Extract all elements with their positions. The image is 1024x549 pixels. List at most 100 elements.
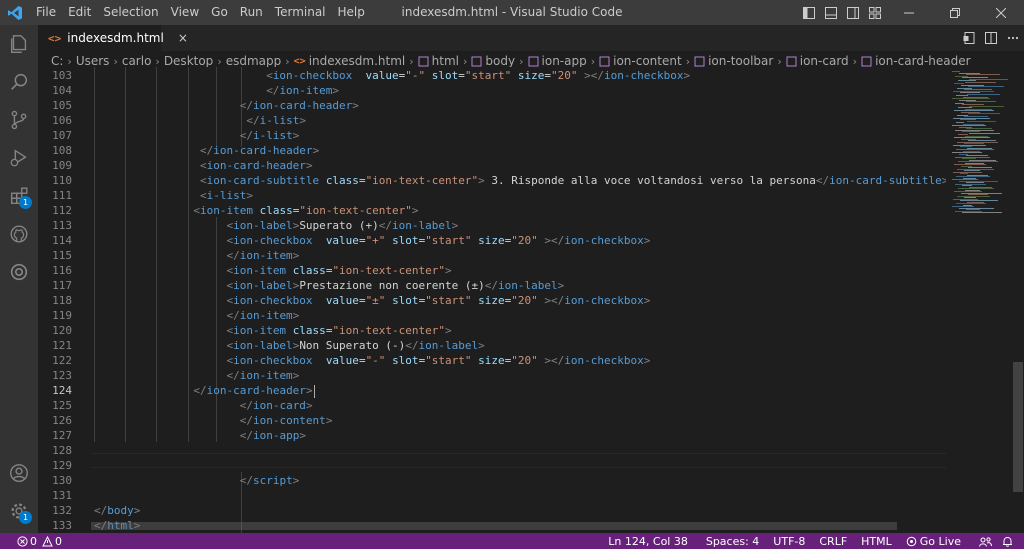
breadcrumb-esdmapp[interactable]: esdmapp	[226, 54, 282, 68]
breadcrumb-ion-card-header[interactable]: ion-card-header	[875, 54, 971, 68]
code-token: ion-checkbox	[233, 234, 313, 247]
code-line[interactable]: 105 </ion-card-header>	[38, 98, 946, 113]
code-line[interactable]: 118 <ion-checkbox value="±" slot="start"…	[38, 293, 946, 308]
minimap[interactable]	[948, 67, 1012, 533]
code-line[interactable]: 121 <ion-label>Non Superato (-)</ion-lab…	[38, 338, 946, 353]
code-line[interactable]: 104 </ion-item>	[38, 83, 946, 98]
code-line[interactable]: 119 </ion-item>	[38, 308, 946, 323]
code-line[interactable]: 107 </i-list>	[38, 128, 946, 143]
vertical-scrollbar[interactable]	[1012, 67, 1024, 533]
menu-help[interactable]: Help	[332, 0, 371, 25]
horizontal-scrollbar[interactable]	[91, 522, 897, 530]
breadcrumb-carlo[interactable]: carlo	[122, 54, 152, 68]
breadcrumb-users[interactable]: Users	[76, 54, 110, 68]
code-token: >	[352, 99, 359, 112]
menu-go[interactable]: Go	[205, 0, 234, 25]
open-preview-icon[interactable]	[958, 25, 980, 51]
code-editor[interactable]: 103 <ion-checkbox value="-" slot="start"…	[38, 67, 946, 533]
notifications-bell-icon[interactable]	[997, 536, 1018, 547]
breadcrumb-ion-app[interactable]: ion-app	[542, 54, 587, 68]
customize-layout-icon[interactable]	[864, 0, 886, 25]
code-line[interactable]: 125 </ion-card>	[38, 398, 946, 413]
code-token: </	[405, 339, 419, 352]
menu-edit[interactable]: Edit	[62, 0, 97, 25]
line-code: </ion-content>	[94, 413, 333, 428]
code-line[interactable]: 131	[38, 488, 946, 503]
language-mode[interactable]: HTML	[856, 535, 897, 548]
code-line[interactable]: 123 </ion-item>	[38, 368, 946, 383]
toggle-sidebar-icon[interactable]	[798, 0, 820, 25]
more-actions-icon[interactable]	[1002, 25, 1024, 51]
go-live-button[interactable]: Go Live	[901, 535, 966, 548]
code-line[interactable]: 122 <ion-checkbox value="-" slot="start"…	[38, 353, 946, 368]
explorer-icon[interactable]	[0, 25, 38, 63]
breadcrumb-body[interactable]: body	[485, 54, 515, 68]
restore-icon[interactable]	[932, 0, 978, 25]
tab-indexesdm-html[interactable]: <> indexesdm.html ×	[38, 25, 188, 51]
toggle-secondary-sidebar-icon[interactable]	[842, 0, 864, 25]
breadcrumb-ion-card[interactable]: ion-card	[800, 54, 849, 68]
code-line[interactable]: 124 </ion-card-header>	[38, 383, 946, 398]
problems-indicator[interactable]: 0 0	[12, 535, 67, 548]
chevron-right-icon: ›	[777, 54, 782, 68]
code-line[interactable]: 110 <ion-card-subtitle class="ion-text-c…	[38, 173, 946, 188]
line-number: 108	[52, 144, 72, 157]
close-window-icon[interactable]	[978, 0, 1024, 25]
code-line[interactable]: 112 <ion-item class="ion-text-center">	[38, 203, 946, 218]
split-editor-icon[interactable]	[980, 25, 1002, 51]
code-token: body	[107, 504, 134, 517]
code-token: >	[451, 219, 459, 232]
code-line[interactable]: 120 <ion-item class="ion-text-center">	[38, 323, 946, 338]
breadcrumb-desktop[interactable]: Desktop	[164, 54, 214, 68]
run-debug-icon[interactable]	[0, 139, 38, 177]
cursor-position[interactable]: Ln 124, Col 38	[603, 535, 693, 548]
minimize-icon[interactable]	[886, 0, 932, 25]
code-line[interactable]: 132 </body>	[38, 503, 946, 518]
code-line[interactable]: 129	[38, 458, 946, 473]
search-icon[interactable]	[0, 63, 38, 101]
menu-terminal[interactable]: Terminal	[269, 0, 332, 25]
account-icon[interactable]	[0, 454, 38, 492]
breadcrumb-ion-toolbar[interactable]: ion-toolbar	[708, 54, 773, 68]
code-line[interactable]: 114 <ion-checkbox value="+" slot="start"…	[38, 233, 946, 248]
toggle-panel-icon[interactable]	[820, 0, 842, 25]
code-line[interactable]: 108 </ion-card-header>	[38, 143, 946, 158]
minimap-line	[969, 132, 1000, 134]
feedback-icon[interactable]	[974, 536, 997, 547]
indentation[interactable]: Spaces: 4	[701, 535, 764, 548]
menu-file[interactable]: File	[30, 0, 62, 25]
code-line[interactable]: 111 <i-list>	[38, 188, 946, 203]
menu-run[interactable]: Run	[234, 0, 269, 25]
remote-icon[interactable]	[0, 253, 38, 291]
code-line[interactable]: 127 </ion-app>	[38, 428, 946, 443]
extensions-icon[interactable]: 1	[0, 177, 38, 215]
code-line[interactable]: 126 </ion-content>	[38, 413, 946, 428]
code-line[interactable]: 116 <ion-item class="ion-text-center">	[38, 263, 946, 278]
code-line[interactable]: 109 <ion-card-header>	[38, 158, 946, 173]
scrollbar-thumb[interactable]	[1013, 362, 1023, 492]
end-of-line[interactable]: CRLF	[814, 535, 852, 548]
code-token: "±"	[365, 294, 386, 307]
error-count: 0	[30, 534, 37, 548]
code-line[interactable]: 128	[38, 443, 946, 458]
code-line[interactable]: 130 </script>	[38, 473, 946, 488]
breadcrumb-ion-content[interactable]: ion-content	[613, 54, 682, 68]
breadcrumb-drive[interactable]: C:	[51, 54, 63, 68]
code-token: </	[226, 369, 240, 382]
github-icon[interactable]	[0, 215, 38, 253]
code-line[interactable]: 117 <ion-label>Prestazione non coerente …	[38, 278, 946, 293]
code-line[interactable]: 115 </ion-item>	[38, 248, 946, 263]
breadcrumb-file[interactable]: indexesdm.html	[309, 54, 406, 68]
encoding[interactable]: UTF-8	[768, 535, 810, 548]
breadcrumb-html[interactable]: html	[432, 54, 459, 68]
source-control-icon[interactable]	[0, 101, 38, 139]
code-line[interactable]: 103 <ion-checkbox value="-" slot="start"…	[38, 68, 946, 83]
menu-selection[interactable]: Selection	[97, 0, 164, 25]
manage-gear-icon[interactable]: 1	[0, 492, 38, 530]
code-token: class	[259, 204, 293, 217]
menu-view[interactable]: View	[165, 0, 205, 25]
code-line[interactable]: 113 <ion-label>Superato (+)</ion-label>	[38, 218, 946, 233]
line-number: 117	[52, 279, 72, 292]
code-line[interactable]: 106 </i-list>	[38, 113, 946, 128]
tab-close-icon[interactable]: ×	[178, 31, 188, 45]
